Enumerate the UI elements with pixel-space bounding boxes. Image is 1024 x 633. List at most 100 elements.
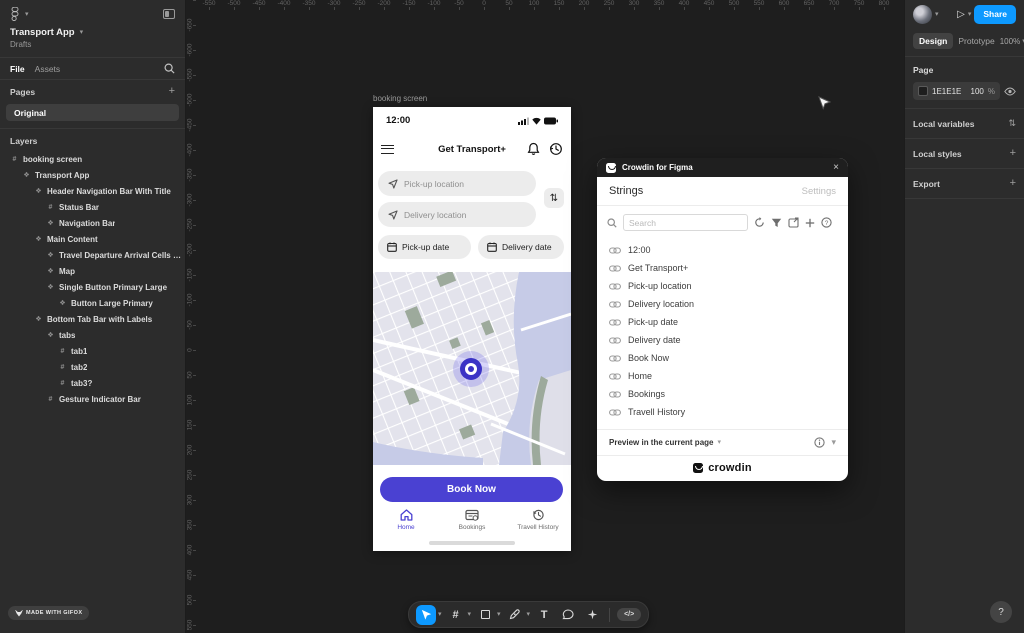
- plugin-string-row[interactable]: Bookings: [597, 385, 848, 403]
- project-name[interactable]: Transport App: [10, 27, 75, 38]
- ruler-label: -300: [327, 0, 340, 7]
- color-swatch[interactable]: [918, 86, 928, 96]
- map[interactable]: [373, 272, 571, 465]
- layer-row[interactable]: booking screen: [0, 151, 185, 167]
- phone-mockup-frame[interactable]: 12:00 Get Transport+ Pick-up location De…: [373, 107, 571, 551]
- canvas[interactable]: -550-500-450-400-350-300-250-200-150-100…: [186, 0, 904, 633]
- layer-row[interactable]: Transport App: [0, 167, 185, 183]
- info-icon[interactable]: [814, 437, 825, 448]
- zoom-control[interactable]: 100%: [1000, 37, 1024, 46]
- tab-prototype[interactable]: Prototype: [958, 36, 994, 46]
- export-section[interactable]: Export: [913, 179, 940, 189]
- layer-row[interactable]: Single Button Primary Large: [0, 279, 185, 295]
- pen-tool[interactable]: [505, 605, 525, 625]
- frame-tool[interactable]: [446, 605, 466, 625]
- layer-row[interactable]: Bottom Tab Bar with Labels: [0, 311, 185, 327]
- travel-history-icon: [532, 509, 545, 521]
- tab-travel-history[interactable]: Travell History: [505, 509, 571, 531]
- delivery-date-button[interactable]: Delivery date: [478, 235, 564, 259]
- page-color-field[interactable]: 1E1E1E 100 %: [913, 82, 1000, 100]
- chevron-down-icon[interactable]: [831, 438, 836, 447]
- shape-tool[interactable]: [475, 605, 495, 625]
- eye-icon[interactable]: [1004, 87, 1016, 96]
- local-styles-section[interactable]: Local styles: [913, 149, 962, 159]
- chevron-down-icon[interactable]: [497, 611, 501, 618]
- share-button[interactable]: Share: [974, 5, 1016, 24]
- ruler-label: 450: [187, 570, 194, 581]
- plugin-settings-link[interactable]: Settings: [802, 186, 836, 197]
- swap-locations-button[interactable]: [544, 188, 564, 208]
- plugin-string-row[interactable]: Get Transport+: [597, 259, 848, 277]
- layer-row[interactable]: Status Bar: [0, 199, 185, 215]
- plugin-string-row[interactable]: Pick-up date: [597, 313, 848, 331]
- layer-row[interactable]: tab3?: [0, 375, 185, 391]
- bell-icon[interactable]: [527, 142, 540, 156]
- layer-row[interactable]: tabs: [0, 327, 185, 343]
- chevron-down-icon[interactable]: [527, 611, 531, 618]
- chevron-down-icon[interactable]: [968, 11, 972, 18]
- page-color-opacity[interactable]: 100: [971, 87, 984, 96]
- layer-row[interactable]: Travel Departure Arrival Cells and Date …: [0, 247, 185, 263]
- close-icon[interactable]: [833, 163, 839, 173]
- plugin-string-row[interactable]: Travell History: [597, 403, 848, 421]
- help-button[interactable]: ?: [990, 601, 1012, 623]
- page-item-original[interactable]: Original: [6, 104, 179, 121]
- tab-design[interactable]: Design: [913, 33, 953, 49]
- chevron-down-icon[interactable]: [25, 11, 29, 18]
- layer-row[interactable]: Gesture Indicator Bar: [0, 391, 185, 407]
- plugin-titlebar[interactable]: Crowdin for Figma: [597, 158, 848, 177]
- page-color-hex[interactable]: 1E1E1E: [932, 87, 961, 96]
- history-icon[interactable]: [549, 142, 563, 156]
- add-export-icon[interactable]: [1010, 178, 1016, 189]
- present-icon[interactable]: [957, 10, 965, 20]
- book-now-button[interactable]: Book Now: [380, 477, 563, 502]
- layer-row[interactable]: Header Navigation Bar With Title: [0, 183, 185, 199]
- toggle-sidebar-icon[interactable]: [163, 9, 175, 19]
- chevron-down-icon[interactable]: [935, 11, 939, 18]
- plugin-string-row[interactable]: Home: [597, 367, 848, 385]
- comment-tool[interactable]: [558, 605, 578, 625]
- add-string-icon[interactable]: [805, 218, 815, 228]
- tab-file[interactable]: File: [10, 64, 25, 74]
- plugin-search-input[interactable]: [623, 214, 748, 231]
- ruler-label: -100: [427, 0, 440, 7]
- chevron-down-icon[interactable]: [80, 29, 84, 36]
- frame-label[interactable]: booking screen: [373, 94, 427, 103]
- search-icon[interactable]: [164, 63, 175, 74]
- plugin-string-row[interactable]: 12:00: [597, 241, 848, 259]
- plugin-string-row[interactable]: Delivery location: [597, 295, 848, 313]
- plugin-string-row[interactable]: Pick-up location: [597, 277, 848, 295]
- layer-row[interactable]: Navigation Bar: [0, 215, 185, 231]
- local-variables-section[interactable]: Local variables: [913, 119, 974, 129]
- pickup-location-input[interactable]: Pick-up location: [378, 171, 536, 196]
- layer-row[interactable]: Map: [0, 263, 185, 279]
- move-tool[interactable]: [416, 605, 436, 625]
- help-icon[interactable]: ?: [821, 217, 832, 228]
- filter-icon[interactable]: [771, 218, 782, 228]
- avatar[interactable]: [913, 5, 932, 24]
- preview-dropdown-label[interactable]: Preview in the current page: [609, 438, 713, 447]
- pickup-date-button[interactable]: Pick-up date: [378, 235, 471, 259]
- status-icons: [518, 117, 558, 125]
- figma-logo[interactable]: [10, 7, 20, 21]
- sync-icon[interactable]: [754, 217, 765, 228]
- tab-assets[interactable]: Assets: [35, 64, 61, 74]
- layer-row[interactable]: tab2: [0, 359, 185, 375]
- text-tool[interactable]: [534, 605, 554, 625]
- upload-icon[interactable]: [788, 217, 799, 228]
- variables-icon[interactable]: [1008, 118, 1016, 129]
- plugin-string-row[interactable]: Book Now: [597, 349, 848, 367]
- dev-mode-toggle[interactable]: </>: [617, 608, 641, 621]
- layer-row[interactable]: Button Large Primary: [0, 295, 185, 311]
- chevron-down-icon[interactable]: [468, 611, 472, 618]
- tab-bookings[interactable]: Bookings: [439, 509, 505, 531]
- delivery-location-input[interactable]: Delivery location: [378, 202, 536, 227]
- chevron-down-icon[interactable]: [438, 611, 442, 618]
- add-page-icon[interactable]: [169, 86, 175, 97]
- actions-tool[interactable]: [582, 605, 602, 625]
- tab-home[interactable]: Home: [373, 509, 439, 531]
- layer-row[interactable]: Main Content: [0, 231, 185, 247]
- layer-row[interactable]: tab1: [0, 343, 185, 359]
- add-style-icon[interactable]: [1010, 148, 1016, 159]
- plugin-string-row[interactable]: Delivery date: [597, 331, 848, 349]
